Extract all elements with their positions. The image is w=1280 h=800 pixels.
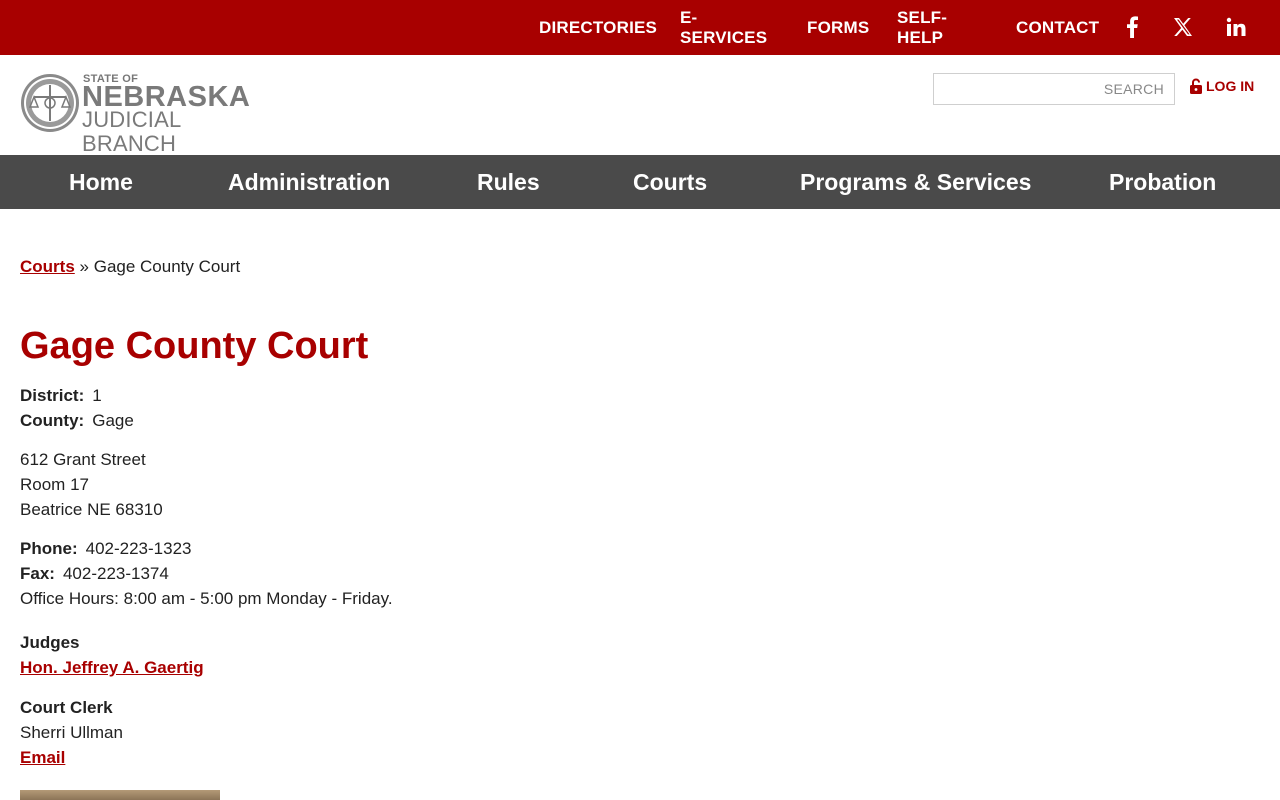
main-nav-probation[interactable]: Probation (1109, 155, 1216, 209)
main-nav-rules[interactable]: Rules (477, 155, 540, 209)
phone-row: Phone: 402-223-1323 (20, 536, 1260, 561)
login-label: LOG IN (1206, 78, 1255, 94)
county-row: County: Gage (20, 408, 1260, 433)
clerk-heading: Court Clerk (20, 698, 113, 717)
clerk-email-link[interactable]: Email (20, 748, 65, 767)
search-box (933, 73, 1175, 105)
site-logo[interactable]: STATE OF NEBRASKA JUDICIAL BRANCH (20, 72, 280, 156)
fax-row: Fax: 402-223-1374 (20, 561, 1260, 586)
phone-label: Phone: (20, 539, 78, 558)
court-contact: Phone: 402-223-1323 Fax: 402-223-1374 Offi… (20, 536, 1260, 611)
fax-label: Fax: (20, 564, 55, 583)
phone-value: 402-223-1323 (85, 539, 192, 558)
judge-link[interactable]: Hon. Jeffrey A. Gaertig (20, 658, 204, 677)
district-label: District: (20, 386, 85, 405)
main-nav-programs-services[interactable]: Programs & Services (800, 155, 1031, 209)
judges-section: Judges Hon. Jeffrey A. Gaertig (20, 630, 1260, 680)
main-content: Courts » Gage County Court Gage County C… (20, 254, 1260, 770)
address-line-2: Room 17 (20, 475, 89, 494)
office-hours: Office Hours: 8:00 am - 5:00 pm Monday -… (20, 589, 393, 608)
address-line-3: Beatrice NE 68310 (20, 500, 163, 519)
top-utility-bar: DIRECTORIES E-SERVICES FORMS SELF-HELP C… (0, 0, 1280, 55)
district-value: 1 (92, 386, 102, 405)
login-link[interactable]: LOG IN (1189, 78, 1254, 94)
nav-eservices-link[interactable]: E-SERVICES (680, 8, 767, 48)
clerk-section: Court Clerk Sherri Ullman Email (20, 695, 1260, 770)
facebook-icon[interactable] (1120, 15, 1144, 39)
linkedin-icon[interactable] (1224, 15, 1248, 39)
nav-directories-link[interactable]: DIRECTORIES (539, 18, 657, 38)
breadcrumb-courts-link[interactable]: Courts (20, 257, 75, 276)
judges-heading: Judges (20, 633, 80, 652)
main-nav-courts[interactable]: Courts (633, 155, 707, 209)
breadcrumb-current: Gage County Court (93, 257, 241, 276)
nav-forms-link[interactable]: FORMS (807, 18, 869, 38)
fax-value: 402-223-1374 (62, 564, 169, 583)
main-nav-home[interactable]: Home (69, 155, 133, 209)
judge-photo (20, 790, 220, 800)
main-nav: Home Administration Rules Courts Program… (0, 155, 1280, 209)
main-nav-administration[interactable]: Administration (228, 155, 390, 209)
breadcrumb: Courts » Gage County Court (20, 254, 1260, 279)
nav-contact-link[interactable]: CONTACT (1016, 18, 1099, 38)
seal-logo-icon (21, 74, 79, 132)
address-line-1: 612 Grant Street (20, 450, 146, 469)
court-meta: District: 1 County: Gage (20, 383, 1260, 433)
logo-judicial-branch: JUDICIAL BRANCH (82, 107, 181, 156)
search-input[interactable] (934, 74, 1174, 104)
page-title: Gage County Court (20, 325, 369, 367)
nav-self-help-link[interactable]: SELF-HELP (897, 8, 947, 48)
breadcrumb-separator: » (79, 257, 89, 276)
clerk-name: Sherri Ullman (20, 723, 123, 742)
district-row: District: 1 (20, 383, 1260, 408)
county-label: County: (20, 411, 85, 430)
court-address: 612 Grant Street Room 17 Beatrice NE 683… (20, 447, 1260, 522)
county-value: Gage (92, 411, 134, 430)
unlock-icon (1190, 78, 1202, 94)
x-icon[interactable] (1171, 15, 1195, 39)
